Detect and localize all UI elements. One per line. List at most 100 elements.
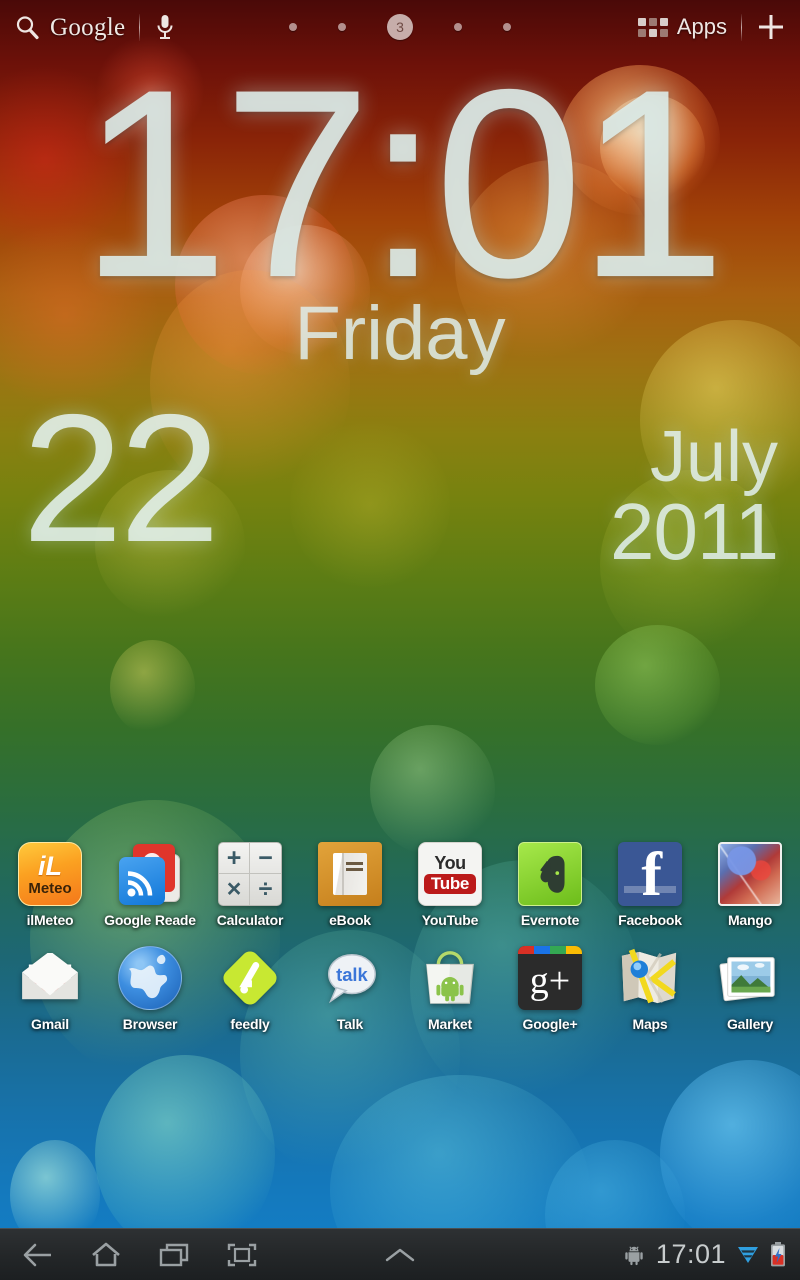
gplus-glyph: g+ (529, 960, 571, 1002)
bokeh-circle (600, 95, 705, 200)
app-gallery[interactable]: Gallery (700, 946, 800, 1032)
ilmeteo-il-text: iL (38, 850, 62, 881)
home-icon[interactable] (80, 1233, 132, 1277)
bokeh-circle (0, 60, 130, 260)
bokeh-circle (150, 270, 350, 500)
facebook-icon[interactable]: f (618, 842, 682, 906)
app-label: Gallery (726, 1016, 774, 1032)
feedly-icon[interactable] (218, 946, 282, 1010)
chevron-up-icon[interactable] (374, 1233, 426, 1277)
youtube-icon[interactable]: You Tube (418, 842, 482, 906)
svg-text:talk: talk (336, 964, 368, 985)
ebook-icon[interactable] (318, 842, 382, 906)
calc-key-minus: − (250, 843, 281, 874)
bokeh-circle (95, 1055, 275, 1255)
app-label: Evernote (520, 912, 580, 928)
gplus-color-stripe (518, 946, 582, 954)
bokeh-circle (660, 1060, 800, 1250)
app-facebook[interactable]: f Facebook (600, 842, 700, 928)
app-calculator[interactable]: + − × ÷ Calculator (200, 842, 300, 928)
app-browser[interactable]: Browser (100, 946, 200, 1032)
bokeh-circle (560, 65, 720, 215)
wifi-icon[interactable] (737, 1245, 759, 1265)
home-screen: Google Apps 3 17:01 Friday 22 July 2011 … (0, 0, 800, 1280)
evernote-icon[interactable] (518, 842, 582, 906)
app-label: Google+ (522, 1016, 578, 1032)
icon-row-1: iL Meteo ilMeteo Google Reade + − × ÷ Ca… (0, 842, 800, 928)
app-google-reader[interactable]: Google Reade (100, 842, 200, 928)
app-feedly[interactable]: feedly (200, 946, 300, 1032)
ilmeteo-meteo-text: Meteo (28, 879, 72, 897)
bokeh-circle (0, 220, 160, 410)
status-area[interactable]: 17:01 (623, 1239, 800, 1270)
app-label: eBook (329, 912, 371, 928)
google-search-button[interactable]: Google (14, 14, 125, 40)
apps-label: Apps (676, 14, 727, 39)
gallery-icon[interactable] (718, 946, 782, 1010)
app-label: Browser (122, 1016, 178, 1032)
bokeh-circle (240, 225, 370, 355)
top-search-bar: Google Apps (0, 0, 800, 54)
plus-icon[interactable] (756, 12, 786, 42)
android-robot-icon[interactable] (623, 1244, 645, 1266)
app-ilmeteo[interactable]: iL Meteo ilMeteo (0, 842, 100, 928)
bokeh-circle (600, 470, 780, 660)
google-plus-icon[interactable]: g+ (518, 946, 582, 1010)
app-label: Market (428, 1016, 472, 1032)
bokeh-circle (95, 470, 245, 620)
icon-row-2: Gmail Browser feedly talk Talk Market g+… (0, 946, 800, 1032)
facebook-f-glyph: f (641, 842, 662, 906)
bokeh-circle (175, 195, 355, 375)
bokeh-circle (290, 420, 450, 590)
app-icon-grid: iL Meteo ilMeteo Google Reade + − × ÷ Ca… (0, 842, 800, 1050)
app-label: Google Reade (104, 912, 196, 928)
maps-icon[interactable] (618, 946, 682, 1010)
divider (741, 13, 742, 41)
system-navigation-bar: 17:01 (0, 1228, 800, 1280)
battery-charging-icon[interactable] (770, 1242, 786, 1267)
app-mango[interactable]: Mango (700, 842, 800, 928)
calculator-icon[interactable]: + − × ÷ (218, 842, 282, 906)
screenshot-icon[interactable] (216, 1233, 268, 1277)
youtube-tube-text: Tube (423, 873, 477, 895)
recent-apps-icon[interactable] (148, 1233, 200, 1277)
app-gmail[interactable]: Gmail (0, 946, 100, 1032)
calc-key-plus: + (219, 843, 250, 874)
youtube-you-text: You (434, 852, 466, 873)
talk-icon[interactable]: talk (318, 946, 382, 1010)
google-label: Google (50, 13, 126, 41)
browser-icon[interactable] (118, 946, 182, 1010)
calc-key-times: × (219, 874, 250, 905)
bokeh-circle (455, 160, 655, 370)
bokeh-circle (595, 625, 720, 745)
app-label: Maps (632, 1016, 668, 1032)
app-label: Calculator (216, 912, 284, 928)
app-talk[interactable]: talk Talk (300, 946, 400, 1032)
gmail-icon[interactable] (18, 946, 82, 1010)
back-arrow-icon[interactable] (12, 1233, 64, 1277)
ilmeteo-icon[interactable]: iL Meteo (18, 842, 82, 906)
app-label: YouTube (421, 912, 479, 928)
app-ebook[interactable]: eBook (300, 842, 400, 928)
nav-buttons (0, 1233, 268, 1277)
app-google-plus[interactable]: g+ Google+ (500, 946, 600, 1032)
app-label: ilMeteo (26, 912, 74, 928)
apps-grid-icon (637, 17, 668, 37)
microphone-icon[interactable] (154, 13, 176, 41)
app-label: feedly (230, 1016, 270, 1032)
app-evernote[interactable]: Evernote (500, 842, 600, 928)
mango-icon[interactable] (718, 842, 782, 906)
bokeh-circle (110, 640, 195, 735)
status-clock: 17:01 (655, 1239, 726, 1269)
search-icon[interactable] (14, 14, 40, 40)
market-icon[interactable] (418, 946, 482, 1010)
app-label: Mango (727, 912, 773, 928)
apps-button[interactable]: Apps (637, 14, 727, 40)
app-label: Gmail (31, 1016, 69, 1032)
google-reader-icon[interactable] (118, 842, 182, 906)
app-label: Facebook (618, 912, 682, 928)
app-maps[interactable]: Maps (600, 946, 700, 1032)
app-youtube[interactable]: You Tube YouTube (400, 842, 500, 928)
app-market[interactable]: Market (400, 946, 500, 1032)
bokeh-circle (640, 320, 800, 520)
